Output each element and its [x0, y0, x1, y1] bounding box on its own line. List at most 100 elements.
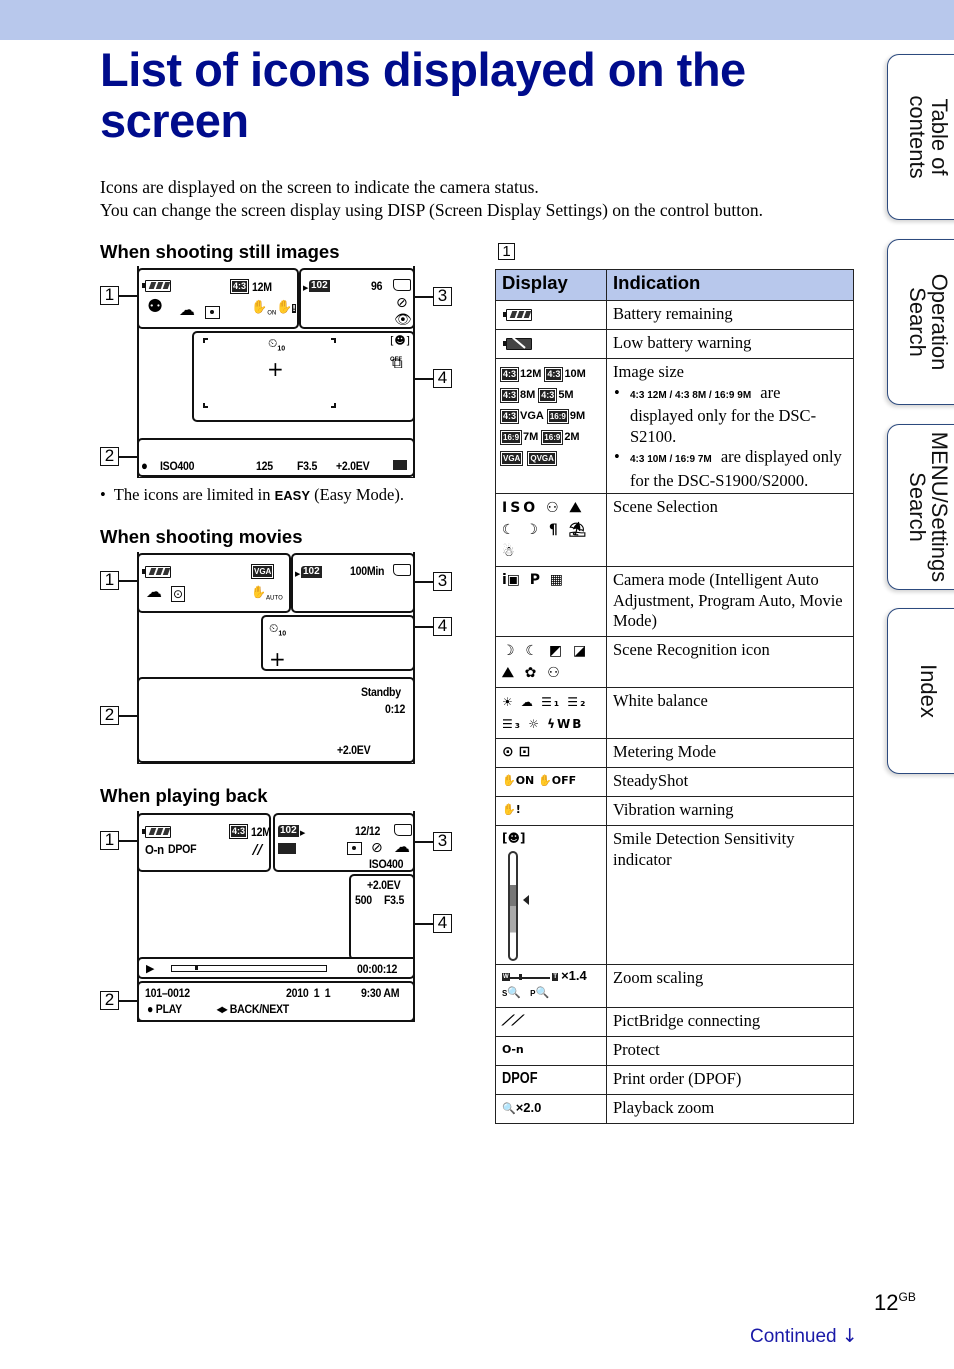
playback-progress-panel: ▶ 00:00:12	[137, 957, 415, 979]
recording-date: 2010 1 1	[286, 986, 331, 1000]
file-number: 101–0012	[145, 986, 190, 1000]
callout-2: 2	[100, 447, 119, 466]
tab-menu-settings-search[interactable]: MENU/Settings Search	[887, 424, 954, 590]
size-icon-group: 4:3 12M / 4:3 8M / 16:9 9M	[630, 389, 752, 401]
note-item: 4:3 12M / 4:3 8M / 16:9 9M are displayed…	[613, 383, 847, 448]
playback-zoom-value: ×2.0	[515, 1100, 542, 1115]
tab-table-of-contents[interactable]: Table of contents	[887, 54, 954, 220]
still-area-4: ⏲10 + [☻] OFF ⧉	[192, 331, 415, 422]
movie-area-4: ⏲10 +	[261, 615, 415, 671]
recording-time: 9:30 AM	[361, 986, 400, 1000]
table-row: Battery remaining	[495, 300, 854, 330]
note-text: The icons are limited in	[113, 485, 271, 504]
indication: White balance	[606, 687, 854, 739]
continued-label: Continued	[750, 1326, 837, 1347]
image-size: 12M	[251, 825, 271, 839]
indication: Scene Selection	[606, 493, 854, 567]
callout-3: 3	[433, 832, 452, 851]
memory-card-icon	[393, 279, 411, 291]
steadyshot-on-icon: ✋ON	[251, 300, 277, 317]
battery-icon	[142, 826, 171, 838]
table-row: ✋! Vibration warning	[495, 796, 854, 826]
callout-4: 4	[433, 617, 452, 636]
af-frame-corner	[331, 403, 336, 408]
indication: Scene Recognition icon	[606, 636, 854, 688]
table-header-row: Display Indication	[495, 269, 854, 301]
movie-area-1: VGA ☁ ⊙ ✋AUTO	[137, 553, 291, 613]
shutter-speed: 125	[256, 459, 273, 473]
easy-mode-icon: EASY	[274, 488, 311, 503]
back-next-guide: ◂▸ BACK/NEXT	[217, 1002, 289, 1016]
callout-3: 3	[433, 572, 452, 591]
size-icon-group: 4:3 10M / 16:9 7M	[630, 454, 712, 465]
still-area-2: ● ISO400 125 F3.5 +2.0EV	[137, 438, 415, 477]
dpof-label: DPOF	[168, 842, 197, 856]
metering-multi-icon: ⊙	[171, 586, 186, 602]
exposure-value: +2.0EV	[336, 459, 370, 473]
tab-index[interactable]: Index	[887, 608, 954, 774]
shutter-speed: 500	[355, 893, 372, 907]
battery-icon	[142, 280, 171, 292]
play-icon: ▶	[146, 962, 155, 975]
indication: Low battery warning	[606, 329, 854, 359]
table-row: 4:3 12M 4:3 10M 4:3 8M 4:3 5M 4:3 VGA 16:9 9M 16:…	[495, 358, 854, 494]
indication: Metering Mode	[606, 738, 854, 768]
battery-icon	[142, 566, 171, 578]
indication: Protect	[606, 1036, 854, 1066]
play-triangle-icon: ▶	[300, 829, 306, 837]
white-balance-cloudy-icon: ☁	[179, 300, 195, 319]
vibration-warning-icon: ✋!	[276, 300, 296, 315]
section-heading-still: When shooting still images	[100, 241, 340, 262]
red-eye-icon: 👁	[394, 312, 412, 328]
table-row: O‑n Protect	[495, 1036, 854, 1066]
indication: Zoom scaling	[606, 964, 854, 1008]
playback-area-3: 102 ▶ 12/12 ⊘ ☁ ISO400	[273, 813, 415, 872]
header-indication: Indication	[606, 269, 854, 301]
table-section-label: 1	[498, 243, 515, 260]
flash-off-icon: ⊘	[396, 295, 408, 311]
tab-label: MENU/Settings Search	[904, 431, 952, 583]
progress-marker	[194, 966, 198, 970]
burst-icon: ⧉	[392, 354, 403, 372]
pictbridge-icon: ⟋⟋	[502, 1013, 522, 1029]
self-timer-icon: ⏲10	[268, 336, 286, 353]
timer-label: 10	[278, 630, 287, 638]
table-row: ✋ON ✋OFF SteadyShot	[495, 767, 854, 797]
sensitivity-pointer	[523, 895, 529, 905]
remaining-time: 100Min	[350, 564, 385, 578]
table-row: ☀ ☁ ☰₁ ☰₂ ☰₃ ☼ ϟWB White balance	[495, 687, 854, 739]
smart-zoom-icon: 🔍	[507, 986, 522, 999]
tab-operation-search[interactable]: Operation Search	[887, 239, 954, 405]
indication-notes: 4:3 12M / 4:3 8M / 16:9 9M are displayed…	[613, 383, 847, 492]
intro-line: Icons are displayed on the screen to ind…	[100, 177, 539, 197]
timer-label: 10	[277, 345, 286, 353]
callout-2: 2	[100, 706, 119, 725]
arrow-down-icon: ↓	[841, 1325, 858, 1347]
size-icon: 4:3 5M	[538, 388, 574, 403]
progress-bar[interactable]	[171, 965, 327, 972]
protect-icon: O-n	[145, 842, 164, 857]
aspect-ratio-badge: 4:3	[228, 824, 249, 839]
header-display: Display	[495, 269, 607, 301]
section-heading-movie: When shooting movies	[100, 526, 303, 547]
memory-card-icon	[393, 564, 411, 576]
tab-label: Index	[915, 664, 941, 718]
histogram-icon	[393, 460, 407, 470]
steadyshot-auto-icon: ✋AUTO	[251, 585, 283, 602]
remaining-count: 96	[371, 279, 383, 293]
top-accent-bar	[0, 0, 954, 40]
note-text: (Easy Mode).	[314, 485, 404, 504]
playback-area-2: 101–0012 2010 1 1 9:30 AM ● PLAY ◂▸ BACK…	[137, 981, 415, 1022]
vibration-warning-icon: ✋!	[502, 803, 521, 816]
indication: PictBridge connecting	[606, 1007, 854, 1037]
metering-spot-icon	[205, 306, 220, 319]
continued-link[interactable]: Continued ↓	[750, 1325, 858, 1348]
elapsed-time: 00:00:12	[357, 962, 398, 976]
movie-area-3: ▶ 102 100Min	[291, 553, 415, 613]
low-battery-icon	[503, 337, 532, 350]
playback-screen-diagram: 4:3 12M O-n DPOF // 102 ▶ 12/12 ⊘ ☁ ISO4…	[100, 811, 455, 1026]
zoom-value: ×1.4	[561, 968, 587, 983]
indication: Playback zoom	[606, 1094, 854, 1124]
magnifier-icon: 🔍	[502, 1102, 516, 1115]
page-title: List of icons displayed on the screen	[100, 43, 746, 147]
